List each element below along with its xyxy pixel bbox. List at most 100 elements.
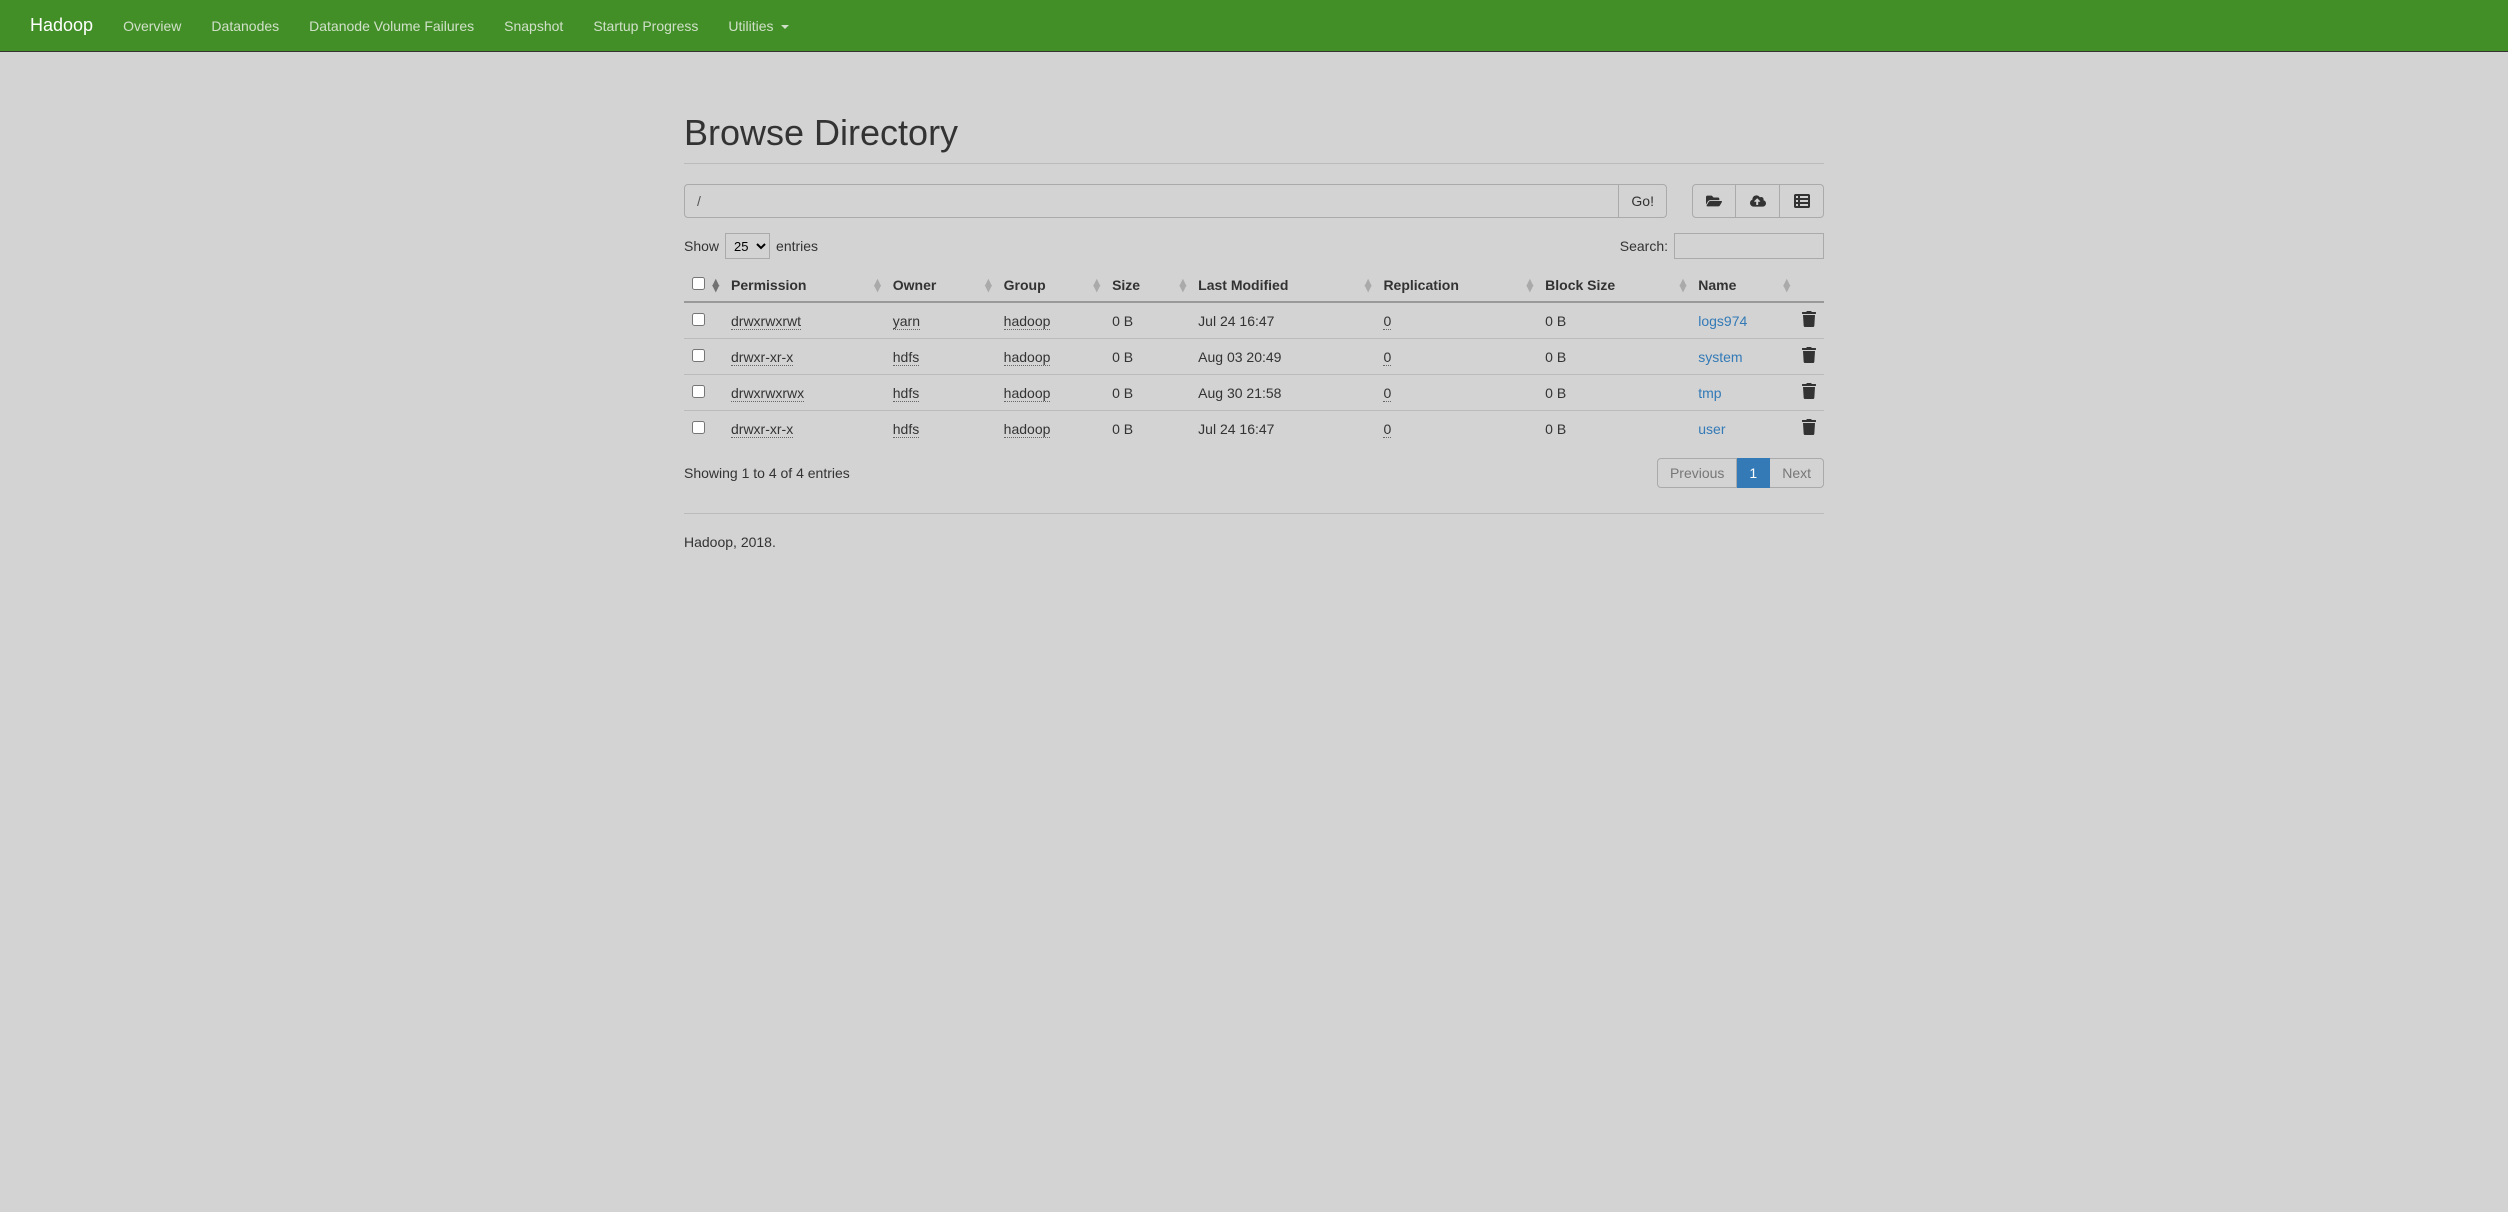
trash-icon <box>1802 311 1816 327</box>
size-cell: 0 B <box>1104 375 1190 411</box>
entries-label: entries <box>776 238 818 254</box>
path-input-group: Go! <box>684 184 1667 218</box>
page-header: Browse Directory <box>684 72 1824 164</box>
col-block-size[interactable]: Block Size▴▾ <box>1537 269 1690 302</box>
action-button-group <box>1692 184 1824 218</box>
row-checkbox[interactable] <box>692 313 705 326</box>
nav-datanode-volume-failures[interactable]: Datanode Volume Failures <box>294 3 489 49</box>
col-permission[interactable]: Permission▴▾ <box>723 269 885 302</box>
nav-overview[interactable]: Overview <box>108 3 196 49</box>
cloud-upload-icon <box>1750 193 1766 209</box>
trash-icon <box>1802 419 1816 435</box>
block-size-cell: 0 B <box>1537 302 1690 339</box>
row-checkbox[interactable] <box>692 421 705 434</box>
permission-cell: drwxrwxrwt <box>731 313 801 330</box>
row-checkbox[interactable] <box>692 385 705 398</box>
group-cell: hadoop <box>1004 421 1051 438</box>
col-checkbox[interactable]: ▴▾ <box>684 269 723 302</box>
select-all-checkbox[interactable] <box>692 277 705 290</box>
sort-icon: ▴▾ <box>1527 279 1534 291</box>
trash-icon <box>1802 383 1816 399</box>
trash-icon <box>1802 347 1816 363</box>
name-link[interactable]: system <box>1698 349 1742 365</box>
col-name[interactable]: Name▴▾ <box>1690 269 1794 302</box>
permission-cell: drwxrwxrwx <box>731 385 804 402</box>
sort-icon: ▴▾ <box>874 279 881 291</box>
file-table: ▴▾ Permission▴▾ Owner▴▾ Group▴▾ Size▴▾ L… <box>684 269 1824 446</box>
navbar: Hadoop Overview Datanodes Datanode Volum… <box>0 0 2508 52</box>
name-link[interactable]: user <box>1698 421 1725 437</box>
delete-button[interactable] <box>1802 386 1816 402</box>
list-icon <box>1794 193 1810 209</box>
nav-snapshot[interactable]: Snapshot <box>489 3 578 49</box>
entries-select[interactable]: 25 <box>725 233 770 259</box>
nav-datanodes[interactable]: Datanodes <box>196 3 294 49</box>
search-box: Search: <box>1620 233 1824 259</box>
table-row: drwxr-xr-xhdfshadoop0 BAug 03 20:4900 Bs… <box>684 339 1824 375</box>
page-title: Browse Directory <box>684 112 1824 154</box>
name-link[interactable]: tmp <box>1698 385 1721 401</box>
sort-icon: ▴▾ <box>1680 279 1687 291</box>
row-checkbox[interactable] <box>692 349 705 362</box>
modified-cell: Jul 24 16:47 <box>1190 411 1375 447</box>
footer: Hadoop, 2018. <box>684 513 1824 570</box>
col-group[interactable]: Group▴▾ <box>996 269 1104 302</box>
col-size[interactable]: Size▴▾ <box>1104 269 1190 302</box>
block-size-cell: 0 B <box>1537 339 1690 375</box>
table-row: drwxrwxrwtyarnhadoop0 BJul 24 16:4700 Bl… <box>684 302 1824 339</box>
path-input[interactable] <box>684 184 1619 218</box>
owner-cell: hdfs <box>893 349 919 366</box>
sort-icon: ▴▾ <box>1180 279 1187 291</box>
col-actions <box>1794 269 1824 302</box>
show-label: Show <box>684 238 719 254</box>
group-cell: hadoop <box>1004 349 1051 366</box>
pagination-next[interactable]: Next <box>1770 458 1824 488</box>
modified-cell: Aug 03 20:49 <box>1190 339 1375 375</box>
table-row: drwxr-xr-xhdfshadoop0 BJul 24 16:4700 Bu… <box>684 411 1824 447</box>
table-row: drwxrwxrwxhdfshadoop0 BAug 30 21:5800 Bt… <box>684 375 1824 411</box>
list-button[interactable] <box>1780 184 1824 218</box>
col-owner[interactable]: Owner▴▾ <box>885 269 996 302</box>
size-cell: 0 B <box>1104 411 1190 447</box>
group-cell: hadoop <box>1004 313 1051 330</box>
brand-link[interactable]: Hadoop <box>15 0 108 51</box>
replication-cell: 0 <box>1383 385 1391 402</box>
permission-cell: drwxr-xr-x <box>731 349 793 366</box>
nav-startup-progress[interactable]: Startup Progress <box>578 3 713 49</box>
delete-button[interactable] <box>1802 350 1816 366</box>
owner-cell: hdfs <box>893 385 919 402</box>
nav-utilities[interactable]: Utilities <box>713 3 804 49</box>
group-cell: hadoop <box>1004 385 1051 402</box>
col-replication[interactable]: Replication▴▾ <box>1375 269 1537 302</box>
modified-cell: Aug 30 21:58 <box>1190 375 1375 411</box>
block-size-cell: 0 B <box>1537 375 1690 411</box>
sort-icon: ▴▾ <box>985 279 992 291</box>
sort-icon: ▴▾ <box>1783 279 1790 291</box>
pagination-previous[interactable]: Previous <box>1657 458 1737 488</box>
modified-cell: Jul 24 16:47 <box>1190 302 1375 339</box>
owner-cell: yarn <box>893 313 920 330</box>
search-input[interactable] <box>1674 233 1824 259</box>
nav-utilities-label: Utilities <box>728 18 773 34</box>
size-cell: 0 B <box>1104 302 1190 339</box>
col-last-modified[interactable]: Last Modified▴▾ <box>1190 269 1375 302</box>
sort-icon: ▴▾ <box>1365 279 1372 291</box>
delete-button[interactable] <box>1802 314 1816 330</box>
size-cell: 0 B <box>1104 339 1190 375</box>
folder-open-icon <box>1706 193 1722 209</box>
nav-list: Overview Datanodes Datanode Volume Failu… <box>108 18 804 34</box>
name-link[interactable]: logs974 <box>1698 313 1747 329</box>
replication-cell: 0 <box>1383 349 1391 366</box>
sort-icon: ▴▾ <box>1094 279 1101 291</box>
open-folder-button[interactable] <box>1692 184 1736 218</box>
pagination: Previous 1 Next <box>1657 458 1824 488</box>
footer-text: Hadoop, 2018. <box>684 534 1824 550</box>
pagination-page-1[interactable]: 1 <box>1737 458 1770 488</box>
replication-cell: 0 <box>1383 421 1391 438</box>
block-size-cell: 0 B <box>1537 411 1690 447</box>
delete-button[interactable] <box>1802 422 1816 438</box>
caret-down-icon <box>781 25 789 29</box>
search-label: Search: <box>1620 238 1668 254</box>
go-button[interactable]: Go! <box>1619 184 1667 218</box>
upload-button[interactable] <box>1736 184 1780 218</box>
